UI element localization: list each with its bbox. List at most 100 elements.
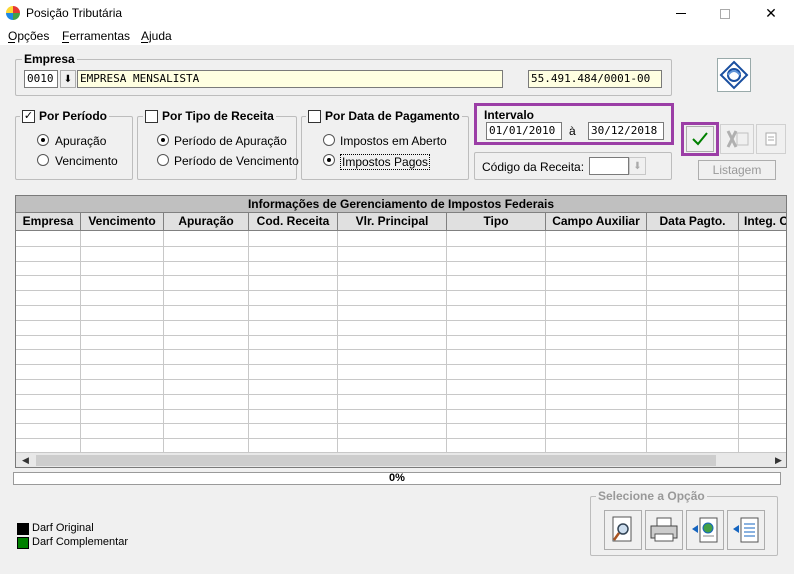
grid-row-line: [16, 260, 786, 262]
web-export-button[interactable]: [686, 510, 724, 550]
document-button[interactable]: [756, 124, 786, 154]
menu-ajuda-accel: [141, 42, 148, 43]
por-tipo-receita-checkbox[interactable]: [145, 109, 158, 123]
intervalo-separator: à: [569, 124, 576, 138]
radio-impostos-pagos-label: Impostos Pagos: [340, 154, 431, 170]
radio-impostos-aberto-label: Impostos em Aberto: [340, 134, 447, 148]
por-data-pagamento-checkbox[interactable]: [308, 109, 321, 123]
radio-apuracao[interactable]: [37, 134, 49, 146]
radio-vencimento-label: Vencimento: [55, 154, 118, 168]
por-periodo-toggle[interactable]: ✓ Por Período: [20, 109, 110, 123]
col-header-cod-receita[interactable]: Cod. Receita: [249, 213, 338, 231]
por-tipo-receita-toggle[interactable]: Por Tipo de Receita: [143, 109, 276, 123]
por-data-pagamento-label: Por Data de Pagamento: [325, 109, 460, 123]
listagem-label: Listagem: [712, 163, 762, 177]
col-header-campo-auxiliar[interactable]: Campo Auxiliar: [546, 213, 647, 231]
radio-impostos-aberto[interactable]: [323, 134, 335, 146]
empresa-group-title: Empresa: [22, 52, 77, 66]
menu-ferramentas[interactable]: Ferramentas: [62, 29, 130, 43]
menu-ajuda-label: Ajuda: [141, 29, 172, 43]
intervalo-from-field[interactable]: 01/01/2010: [486, 122, 562, 140]
menu-opcoes-accel: [8, 42, 15, 43]
codigo-receita-label: Código da Receita:: [482, 160, 585, 174]
grid-row-line: [16, 438, 786, 440]
col-header-empresa[interactable]: Empresa: [16, 213, 81, 231]
maximize-button: [702, 0, 748, 27]
magnifier-document-icon: [612, 516, 632, 542]
excel-export-button[interactable]: [720, 124, 754, 154]
globe-document-icon: [692, 517, 718, 543]
grid-row-line: [16, 393, 786, 395]
col-header-tipo[interactable]: Tipo: [447, 213, 546, 231]
printer-icon: [650, 517, 678, 542]
progress-text: 0%: [389, 472, 405, 484]
data-grid[interactable]: Informações de Gerenciamento de Impostos…: [15, 195, 787, 468]
col-header-data-pagto[interactable]: Data Pagto.: [647, 213, 739, 231]
empresa-lookup-button[interactable]: ⬇: [60, 70, 76, 88]
legend-darf-complementar-swatch: [17, 537, 29, 549]
menu-bar: Opções Ferramentas Ajuda: [0, 27, 794, 45]
radio-vencimento[interactable]: [37, 154, 49, 166]
close-icon: ✕: [765, 5, 777, 21]
radio-impostos-pagos[interactable]: [323, 154, 335, 166]
title-bar: Posição Tributária ✕: [0, 0, 794, 27]
grid-column-line: [646, 231, 647, 453]
document-export-button[interactable]: [727, 510, 765, 550]
grid-column-line: [80, 231, 81, 453]
por-data-pagamento-toggle[interactable]: Por Data de Pagamento: [306, 109, 462, 123]
grid-row-line: [16, 408, 786, 410]
options-panel-title: Selecione a Opção: [596, 489, 707, 503]
col-header-integ[interactable]: Integ. C: [739, 213, 786, 231]
menu-opcoes[interactable]: Opções: [8, 29, 49, 43]
arrow-document-icon: [733, 517, 759, 543]
empresa-name-field[interactable]: EMPRESA MENSALISTA: [77, 70, 503, 88]
scroll-right-button[interactable]: ▶: [771, 453, 786, 467]
menu-ajuda[interactable]: Ajuda: [141, 29, 172, 43]
col-header-vencimento[interactable]: Vencimento: [81, 213, 164, 231]
menu-ferramentas-accel: [62, 42, 69, 43]
grid-row-line: [16, 305, 786, 306]
grid-row-line: [16, 349, 786, 351]
close-button[interactable]: ✕: [748, 0, 794, 27]
intervalo-to-field[interactable]: 30/12/2018: [588, 122, 664, 140]
print-button[interactable]: [645, 510, 683, 550]
logo-icon: [719, 60, 749, 90]
intervalo-title: Intervalo: [482, 108, 537, 122]
window-title: Posição Tributária: [26, 6, 123, 20]
scroll-thumb[interactable]: [36, 455, 716, 466]
grid-row-line: [16, 319, 786, 321]
codigo-receita-lookup-button[interactable]: ⬇: [629, 157, 646, 175]
download-arrow-icon: ⬇: [633, 160, 642, 172]
radio-apuracao-label: Apuração: [55, 134, 107, 148]
por-periodo-group: [15, 116, 133, 180]
grid-row-line: [16, 364, 786, 366]
radio-periodo-vencimento[interactable]: [157, 154, 169, 166]
empresa-code-field[interactable]: 0010: [24, 70, 58, 88]
por-data-pagamento-group: [301, 116, 469, 180]
radio-periodo-apuracao[interactable]: [157, 134, 169, 146]
minimize-icon: [676, 13, 686, 14]
grid-column-line: [248, 231, 249, 453]
confirm-button[interactable]: [686, 126, 714, 152]
por-tipo-receita-label: Por Tipo de Receita: [162, 109, 274, 123]
codigo-receita-field[interactable]: [589, 157, 629, 175]
grid-row-line: [16, 334, 786, 336]
scroll-right-icon: ▶: [775, 455, 782, 465]
col-header-vlr-principal[interactable]: Vlr. Principal: [338, 213, 447, 231]
preview-button[interactable]: [604, 510, 642, 550]
grid-column-line: [163, 231, 164, 453]
por-periodo-label: Por Período: [39, 109, 108, 123]
minimize-button[interactable]: [658, 0, 704, 27]
grid-row-line: [16, 245, 786, 247]
download-arrow-icon: ⬇: [63, 73, 73, 85]
scroll-left-button[interactable]: ◀: [18, 453, 33, 467]
grid-column-line: [446, 231, 447, 453]
menu-ferramentas-label: Ferramentas: [62, 29, 131, 43]
por-periodo-checkbox[interactable]: ✓: [22, 109, 35, 123]
listagem-button[interactable]: Listagem: [698, 160, 776, 180]
horizontal-scrollbar[interactable]: ◀ ▶: [16, 452, 786, 467]
app-icon: [6, 6, 20, 20]
col-header-apuracao[interactable]: Apuração: [164, 213, 249, 231]
empresa-cnpj-field: 55.491.484/0001-00: [528, 70, 662, 88]
checkmark-icon: [692, 132, 708, 146]
